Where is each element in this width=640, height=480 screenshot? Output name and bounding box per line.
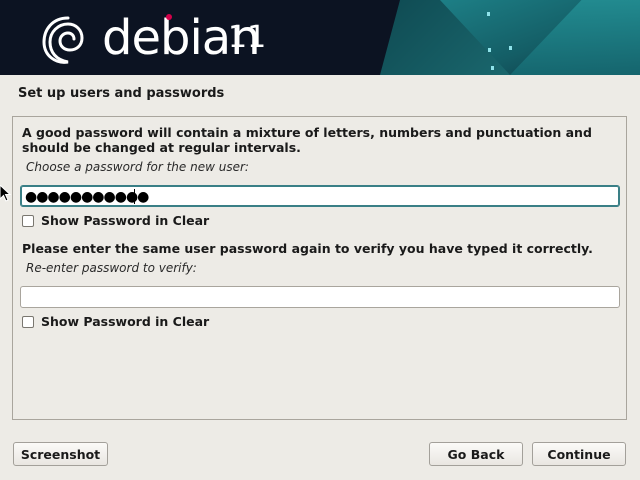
version-number: 11 [228, 20, 267, 55]
intro-line-2: should be changed at regular intervals. [22, 140, 301, 155]
go-back-button[interactable]: Go Back [429, 442, 523, 466]
banner-sparkle [491, 66, 494, 70]
banner-sparkle [487, 12, 490, 16]
intro-text: A good password will contain a mixture o… [22, 125, 592, 155]
intro-line-1: A good password will contain a mixture o… [22, 125, 592, 140]
password-masked-value: ●●●●●●●●●●● [25, 189, 149, 205]
verify-password-input[interactable] [20, 286, 620, 308]
page-title: Set up users and passwords [18, 86, 225, 101]
password-label: Choose a password for the new user: [26, 160, 249, 174]
banner-sparkle [488, 48, 491, 52]
checkbox-label: Show Password in Clear [41, 314, 210, 329]
brand-dot [166, 14, 172, 20]
screenshot-button[interactable]: Screenshot [13, 442, 108, 466]
password-input[interactable]: ●●●●●●●●●●● [20, 185, 620, 207]
banner-sparkle [509, 46, 512, 50]
checkbox-label: Show Password in Clear [41, 213, 210, 228]
checkbox[interactable] [22, 215, 34, 227]
verify-label: Re-enter password to verify: [26, 261, 197, 275]
mouse-pointer-icon [0, 185, 12, 202]
verify-prompt: Please enter the same user password agai… [22, 241, 593, 256]
continue-button[interactable]: Continue [532, 442, 626, 466]
debian-swirl-icon [42, 16, 84, 64]
header-banner: debian 11 [0, 0, 640, 75]
checkbox[interactable] [22, 316, 34, 328]
text-caret [134, 189, 135, 204]
